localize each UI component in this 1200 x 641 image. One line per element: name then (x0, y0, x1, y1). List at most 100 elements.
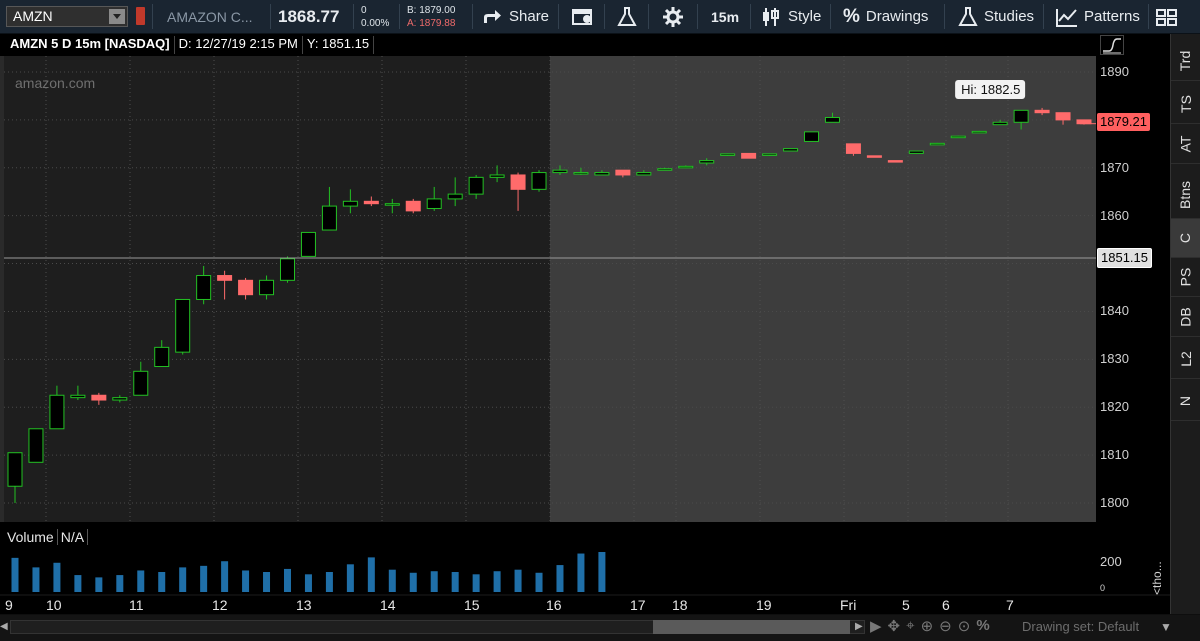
time-tick: 7 (1006, 597, 1014, 613)
candle-body (783, 148, 799, 152)
zoom-reset-icon[interactable]: ⊙ (958, 617, 971, 635)
layout-button[interactable] (1156, 0, 1182, 33)
volume-bar (304, 574, 312, 592)
candle-body (405, 200, 421, 212)
zoom-out-icon[interactable]: ⊖ (939, 617, 952, 635)
cursor-date: D: 12/27/19 2:15 PM (175, 36, 303, 54)
candle-body (300, 231, 316, 257)
pan-icon[interactable]: ✥ (888, 617, 901, 635)
drawing-set-dropdown-icon[interactable]: ▼ (1160, 620, 1172, 634)
candle-body (971, 130, 987, 134)
time-tick: 13 (296, 597, 312, 613)
arrow-right-icon[interactable]: ▶ (870, 617, 882, 635)
nav-n[interactable]: N (1171, 382, 1200, 421)
volume-label-group: Volume N/A (4, 529, 89, 545)
symbol-input[interactable]: AMZN (6, 6, 128, 27)
symbol-value: AMZN (13, 8, 53, 24)
candle-body (1013, 109, 1029, 123)
period-button[interactable]: 15m (711, 0, 739, 33)
volume-bar (409, 572, 417, 592)
volume-bar (242, 570, 250, 592)
time-tick: 18 (672, 597, 688, 613)
studies-button[interactable]: Studies (958, 0, 1034, 33)
volume-bar (179, 567, 187, 592)
candle-body (447, 193, 463, 200)
candle-body (70, 394, 86, 399)
time-tick: 11 (129, 597, 144, 613)
drawings-button[interactable]: % Drawings (843, 0, 928, 33)
candle-body (929, 142, 945, 146)
ask-value: A: 1879.88 (407, 18, 456, 29)
price-tick: 1830 (1100, 351, 1129, 367)
nav-trd-label: Trd (1177, 50, 1194, 72)
candle-body (91, 394, 107, 401)
nav-at[interactable]: AT (1171, 125, 1200, 164)
candle-body (594, 172, 610, 176)
share-icon (484, 9, 501, 23)
nav-c[interactable]: C (1171, 219, 1200, 258)
candle-body (845, 143, 861, 154)
scroll-right-icon[interactable]: ▶ (855, 620, 865, 634)
zoom-in-icon[interactable]: ⊕ (921, 617, 934, 635)
drawings-label: Drawings (865, 8, 929, 25)
candle-body (321, 205, 337, 231)
volume-bar (493, 571, 501, 592)
share-button[interactable]: Share (482, 0, 549, 33)
studies-flask-button[interactable] (617, 0, 637, 33)
percent-scale-icon[interactable]: % (976, 617, 989, 635)
volume-bar (325, 572, 333, 592)
time-tick: 17 (630, 597, 646, 613)
scroll-thumb[interactable] (653, 620, 850, 634)
candle-body (363, 200, 379, 205)
gear-button[interactable] (663, 0, 683, 33)
candle-body (887, 160, 903, 163)
volume-bar (388, 569, 396, 592)
change-pct: 0.00% (361, 18, 390, 29)
nav-trd[interactable]: Trd (1171, 42, 1200, 81)
crosshair-icon[interactable]: ⌖ (906, 617, 914, 635)
volume-bar (367, 557, 375, 592)
nav-ts[interactable]: TS (1171, 85, 1200, 124)
chart-header: AMZN 5 D 15m [NASDAQ] D: 12/27/19 2:15 P… (6, 36, 375, 54)
volume-bar (472, 574, 480, 592)
chart-settings-button[interactable] (572, 0, 594, 33)
nav-n-label: N (1177, 395, 1194, 407)
symbol-dropdown-icon[interactable] (109, 9, 125, 24)
volume-bar (535, 572, 543, 592)
flask-icon (617, 6, 637, 26)
scroll-left-icon[interactable]: ◀ (0, 620, 8, 634)
candle-body (196, 275, 212, 300)
net-change: 0 0.00% (361, 4, 389, 30)
candle-body (552, 169, 568, 174)
drawing-set-label[interactable]: Drawing set: Default (1022, 619, 1139, 634)
volume-bar (158, 572, 166, 592)
candle-body (489, 174, 505, 178)
patterns-icon (1056, 8, 1077, 27)
patterns-button[interactable]: Patterns (1056, 0, 1140, 33)
candle-body (762, 153, 778, 156)
price-tick: 1860 (1100, 207, 1129, 223)
nav-l2[interactable]: L2 (1171, 340, 1200, 379)
style-button[interactable]: Style (762, 0, 821, 33)
percent-icon: % (843, 5, 860, 27)
autoscale-icon[interactable] (1100, 35, 1124, 55)
studies-label: Studies (984, 8, 1035, 25)
time-tick: 6 (942, 597, 950, 613)
candle-body (720, 153, 736, 156)
volume-bar (116, 575, 124, 592)
nav-db[interactable]: DB (1171, 298, 1200, 337)
nav-ps[interactable]: PS (1171, 258, 1200, 297)
zoom-tools: ▶ ✥ ⌖ ⊕ ⊖ ⊙ % (870, 617, 990, 635)
volume-bar (598, 552, 606, 592)
right-nav: Trd TS AT Btns C PS DB L2 N (1170, 34, 1200, 614)
price-chart[interactable]: amazon.com Hi: 1882.5 (0, 56, 1096, 522)
share-label: Share (509, 8, 550, 25)
nav-btns[interactable]: Btns (1171, 172, 1200, 219)
price-tick: 1870 (1100, 159, 1129, 175)
grid-layout-icon (1156, 8, 1177, 26)
alert-flag-icon[interactable] (136, 7, 145, 25)
hi-label: Hi: 1882.5 (961, 82, 1020, 97)
volume-bar (74, 575, 82, 592)
time-tick: 9 (5, 597, 13, 613)
volume-zero-tick: 0 (1100, 583, 1106, 593)
